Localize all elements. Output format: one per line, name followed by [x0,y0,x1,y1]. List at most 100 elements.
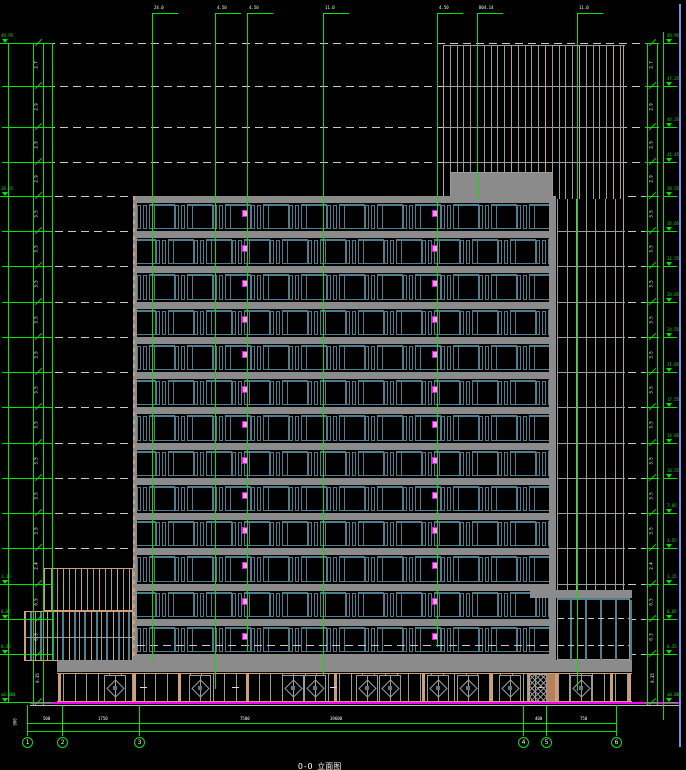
level-flag-line [663,407,677,408]
window-strip [365,416,369,441]
window-strip [276,452,280,476]
storefront-post [422,674,425,702]
window-mullion [420,417,421,441]
storefront-mullion [75,674,76,702]
level-flag [666,123,672,127]
window-mullion [439,241,440,264]
window-mullion [344,276,345,300]
window-mullion [249,523,250,546]
cad-elevation-drawing[interactable]: O-O 立面图 24.04.504.5011.04.50B04.1411.02.… [0,0,686,770]
window-strip [346,381,350,405]
window-mullion [401,523,402,546]
window-strip [333,628,337,652]
window-strip [289,628,293,652]
window-pane [282,380,308,405]
window-strip [175,557,179,582]
window-mullion [458,558,459,582]
window-pane [339,486,365,511]
window-strip [295,346,299,370]
window-strip [365,557,369,582]
louver-line [586,45,587,199]
window-strip [137,628,141,652]
window-mullion [306,347,307,370]
window-strip [333,487,337,511]
grid-label-leader [577,13,603,14]
window-strip [441,205,445,229]
window-pane [472,380,498,405]
storefront-post [58,674,61,702]
window-strip [308,522,312,546]
floor-band [133,407,553,414]
window-mullion [496,488,497,511]
louver-line [595,199,596,592]
grid-line [477,13,478,199]
bottom-dim-line [27,723,617,724]
window-mullion [439,453,440,476]
window-pane [472,310,498,335]
window-strip [352,522,356,546]
window-mullion [287,312,288,335]
window-pane [339,627,365,652]
window-row [137,520,549,548]
level-flag [666,82,672,86]
storefront-mullion [604,674,605,702]
window-strip [352,381,356,405]
window-strip [162,381,166,405]
window-strip [219,275,223,300]
window-mullion [192,206,193,229]
window-strip [219,628,223,652]
window-strip [403,346,407,370]
window-strip [219,487,223,511]
window-strip [523,416,527,441]
window-strip [346,240,350,264]
annex-mullion-tan [113,612,114,660]
window-mullion [515,241,516,264]
level-dash-left [55,266,133,267]
louver-line [586,199,587,592]
window-mullion [211,453,212,476]
level-flag-line [663,337,677,338]
window-strip [276,240,280,264]
window-strip [409,487,413,511]
window-strip [504,311,508,335]
window-mullion [230,417,231,441]
storefront-mullion [523,674,524,702]
floor-band [133,478,553,485]
window-pane [396,380,422,405]
window-strip [200,311,204,335]
louver-line [565,45,566,199]
dim-level-line [2,372,52,373]
window-strip [441,275,445,300]
window-strip [466,522,470,546]
curtain-level-dash [558,618,629,619]
window-strip [403,487,407,511]
window-pane [396,451,422,476]
grid-label-leader [247,13,273,14]
window-strip [327,628,331,652]
louver-level-line [557,231,625,232]
window-mullion [192,417,193,441]
dim-text: 3.5 [650,316,654,323]
window-mullion [496,276,497,300]
dim-line [43,43,44,705]
window-strip [352,593,356,617]
dim-text: 3.5 [35,492,39,499]
window-mullion [401,312,402,335]
window-pane [453,486,479,511]
annex-mullion-tan [63,569,64,610]
window-strip [257,275,261,300]
window-pane [137,239,156,264]
window-mullion [306,276,307,300]
window-strip [409,628,413,652]
window-strip [162,311,166,335]
window-strip [270,522,274,546]
level-flag-line [663,302,677,303]
bottom-dim-text: 39600 [330,717,342,721]
bubble-dropper [523,705,524,736]
grid-label-leader [477,13,503,14]
level-flag [666,580,672,584]
window-mullion [211,594,212,617]
window-strip [485,628,489,652]
window-strip [295,416,299,441]
window-strip [333,557,337,582]
